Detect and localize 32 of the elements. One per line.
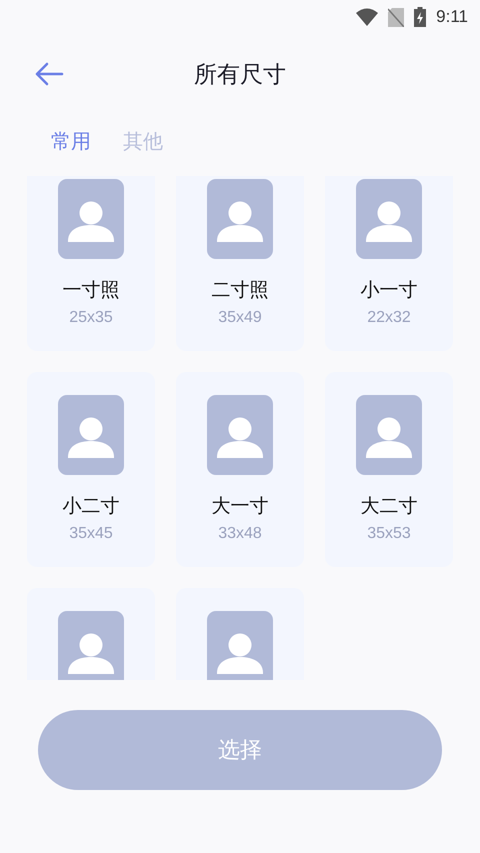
person-icon — [58, 395, 124, 475]
wifi-icon — [356, 8, 378, 26]
size-card[interactable]: 一寸照 25x35 — [27, 176, 155, 351]
size-name: 小二寸 — [62, 494, 120, 519]
size-dimensions: 22x32 — [367, 309, 411, 327]
size-name: 二寸照 — [212, 278, 268, 303]
size-card[interactable]: 大一寸 33x48 — [176, 372, 304, 567]
battery-charging-icon — [414, 7, 426, 27]
back-arrow-icon[interactable] — [34, 62, 64, 86]
size-dimensions: 35x53 — [367, 525, 411, 543]
size-name: 小一寸 — [360, 278, 418, 303]
person-icon — [207, 395, 273, 475]
person-icon — [356, 395, 422, 475]
person-icon — [58, 179, 124, 259]
person-icon — [356, 179, 422, 259]
size-dimensions: 35x49 — [218, 309, 262, 327]
size-card[interactable]: 大二寸 35x53 — [325, 372, 453, 567]
size-card[interactable]: 小二寸 35x45 — [27, 372, 155, 567]
person-icon — [207, 611, 273, 680]
size-card[interactable]: 小一寸 22x32 — [325, 176, 453, 351]
size-name: 大二寸 — [360, 494, 418, 519]
size-card[interactable]: 二寸照 35x49 — [176, 176, 304, 351]
no-sim-icon — [388, 8, 404, 26]
size-name: 一寸照 — [62, 278, 120, 303]
size-dimensions: 35x45 — [69, 525, 113, 543]
size-name: 大一寸 — [212, 494, 268, 519]
person-icon — [207, 179, 273, 259]
size-dimensions: 25x35 — [69, 309, 113, 327]
status-time: 9:11 — [436, 7, 468, 27]
page-title: 所有尺寸 — [194, 60, 286, 90]
person-icon — [58, 611, 124, 680]
size-dimensions: 33x48 — [218, 525, 262, 543]
